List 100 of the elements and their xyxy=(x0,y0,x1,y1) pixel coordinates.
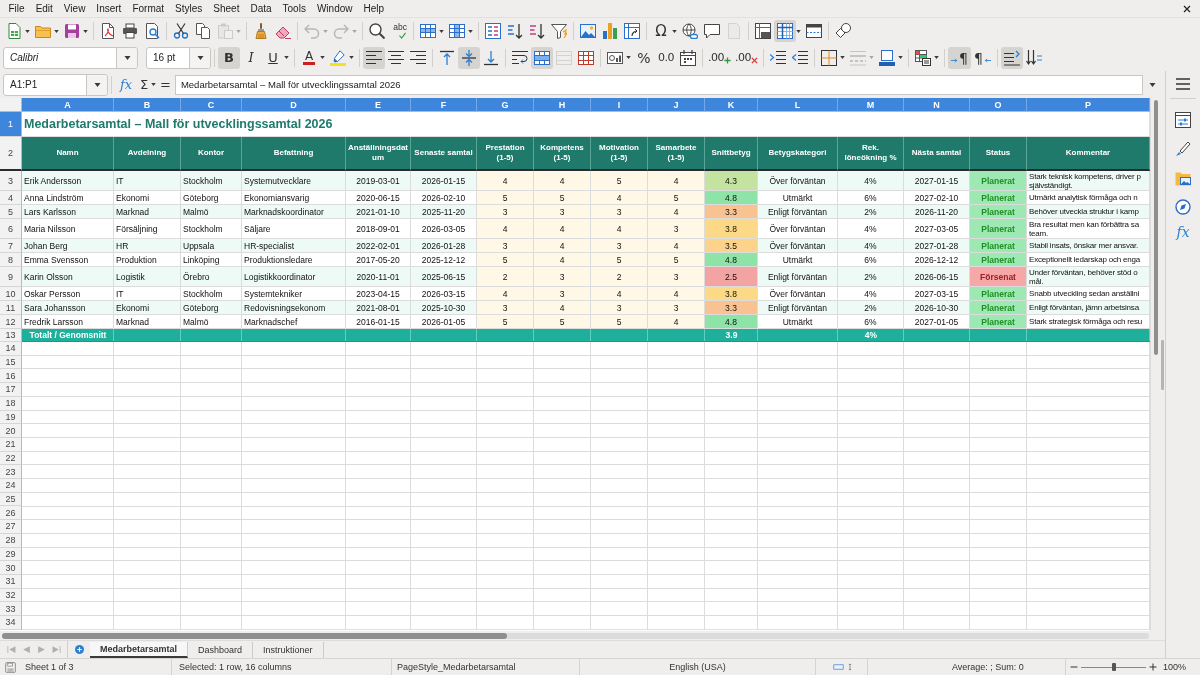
caret-icon[interactable] xyxy=(898,56,903,59)
column-header[interactable]: F xyxy=(411,98,477,112)
caret-icon[interactable] xyxy=(672,29,677,33)
column-header[interactable]: D xyxy=(242,98,346,112)
dropdown-button[interactable] xyxy=(86,74,107,95)
sheet-tab[interactable]: Instruktioner xyxy=(253,641,324,658)
sort-descending-icon[interactable] xyxy=(529,23,545,39)
collapse-handle[interactable] xyxy=(1161,340,1164,390)
caret-icon[interactable] xyxy=(320,56,325,59)
italic-button[interactable]: I xyxy=(240,46,262,69)
print-area-icon[interactable] xyxy=(755,23,771,39)
pivot-table-icon[interactable] xyxy=(624,23,640,39)
menu-item[interactable]: Insert xyxy=(90,0,127,17)
slider-thumb[interactable] xyxy=(1111,663,1116,671)
funnel-icon[interactable] xyxy=(551,23,567,39)
row-header[interactable]: 16 xyxy=(0,369,22,384)
sort-icon[interactable] xyxy=(485,23,501,39)
column-header[interactable]: C xyxy=(181,98,242,112)
horizontal-scrollbar[interactable] xyxy=(2,632,1149,639)
row-header[interactable]: 33 xyxy=(0,602,22,617)
plus-circle-icon[interactable] xyxy=(75,645,84,654)
scroll-thumb[interactable] xyxy=(1154,100,1158,355)
font-color-button[interactable]: A xyxy=(298,46,320,69)
save-icon[interactable] xyxy=(5,661,16,673)
center-vertically-button[interactable] xyxy=(458,46,480,69)
column-header[interactable]: M xyxy=(838,98,904,112)
caret-icon[interactable] xyxy=(284,56,289,59)
indent-decrease-icon[interactable] xyxy=(792,49,808,66)
table-columns-icon[interactable] xyxy=(449,23,465,39)
print-icon[interactable] xyxy=(122,23,138,39)
folder-image-icon[interactable] xyxy=(1175,170,1191,186)
shapes-icon[interactable] xyxy=(835,23,851,39)
column-header[interactable]: P xyxy=(1027,98,1150,112)
column-header[interactable]: O xyxy=(970,98,1027,112)
delete-decimal-button[interactable]: .00 xyxy=(733,46,760,69)
text-cursor-icon[interactable] xyxy=(846,661,853,673)
column-header[interactable]: J xyxy=(648,98,705,112)
add-decimal-button[interactable]: .00 xyxy=(706,46,733,69)
properties-icon[interactable] xyxy=(1175,112,1191,128)
align-left-button[interactable] xyxy=(363,46,385,69)
caret-icon[interactable] xyxy=(349,56,354,59)
image-icon[interactable] xyxy=(580,23,596,39)
zoom-out-icon[interactable] xyxy=(1070,663,1078,671)
sum-button[interactable]: Σ xyxy=(137,73,151,96)
indent-increase-icon[interactable] xyxy=(770,49,786,66)
row-header[interactable]: 6 xyxy=(0,219,22,239)
functions-button[interactable]: fx xyxy=(1172,221,1194,243)
name-box[interactable]: A1:P1 xyxy=(3,73,108,96)
caret-icon[interactable] xyxy=(840,56,845,59)
merge-center-button[interactable] xyxy=(531,46,553,69)
bar-chart-icon[interactable] xyxy=(602,23,618,39)
calendar-icon[interactable] xyxy=(680,49,696,66)
scissors-icon[interactable] xyxy=(173,23,189,39)
function-wizard-button[interactable]: fx xyxy=(115,73,137,96)
menu-item[interactable]: Sheet xyxy=(207,0,245,17)
zoom-in-icon[interactable] xyxy=(1149,663,1157,671)
row-header[interactable]: 24 xyxy=(0,479,22,493)
caret-icon[interactable] xyxy=(1149,82,1156,87)
caret-icon[interactable] xyxy=(796,29,801,33)
pencil-icon[interactable] xyxy=(1175,141,1191,157)
compass-icon[interactable] xyxy=(1175,199,1191,215)
dropdown-button[interactable] xyxy=(116,47,137,68)
row-header[interactable]: 7 xyxy=(0,239,22,253)
pdf-export-icon[interactable] xyxy=(100,23,116,39)
right-to-left-button[interactable]: ¶ xyxy=(970,46,994,69)
zoom-level[interactable]: 100% xyxy=(1163,662,1187,672)
text-direction-button[interactable] xyxy=(1000,46,1023,69)
row-header[interactable]: 1 xyxy=(0,112,22,137)
hyperlink-icon[interactable] xyxy=(682,23,698,39)
bold-button[interactable]: B xyxy=(218,46,240,69)
row-header[interactable]: 13 xyxy=(0,329,22,342)
menu-icon[interactable] xyxy=(1175,76,1191,92)
column-header[interactable]: G xyxy=(477,98,534,112)
sort-ascending-icon[interactable] xyxy=(507,23,523,39)
unmerge-cells-icon[interactable] xyxy=(578,49,594,66)
split-window-icon[interactable] xyxy=(806,23,822,39)
row-header[interactable]: 26 xyxy=(0,506,22,521)
row-header[interactable]: 17 xyxy=(0,383,22,397)
row-header[interactable]: 34 xyxy=(0,616,22,630)
row-header[interactable]: 8 xyxy=(0,253,22,267)
row-header[interactable]: 2 xyxy=(0,137,22,171)
caret-icon[interactable] xyxy=(468,29,473,33)
down-arrows-icon[interactable] xyxy=(1025,49,1042,66)
formula-button[interactable]: = xyxy=(158,73,173,96)
font-size-field[interactable]: 16 pt xyxy=(146,46,211,69)
speech-bubble-icon[interactable] xyxy=(704,23,720,39)
underline-button[interactable]: U xyxy=(262,46,284,69)
language[interactable]: English (USA) xyxy=(669,662,726,672)
column-header[interactable]: K xyxy=(705,98,758,112)
freeze-rows-columns-button[interactable] xyxy=(774,20,796,42)
caret-icon[interactable] xyxy=(54,29,59,33)
sheet-tab[interactable]: Medarbetarsamtal xyxy=(90,641,189,658)
menu-item[interactable]: Styles xyxy=(169,0,208,17)
caret-icon[interactable] xyxy=(626,56,631,59)
menu-item[interactable]: View xyxy=(58,0,91,17)
font-name-field[interactable]: Calibri xyxy=(3,46,138,69)
print-preview-icon[interactable] xyxy=(144,23,160,39)
column-header[interactable]: A xyxy=(22,98,114,112)
caret-icon[interactable] xyxy=(151,83,156,86)
row-header[interactable]: 5 xyxy=(0,205,22,219)
